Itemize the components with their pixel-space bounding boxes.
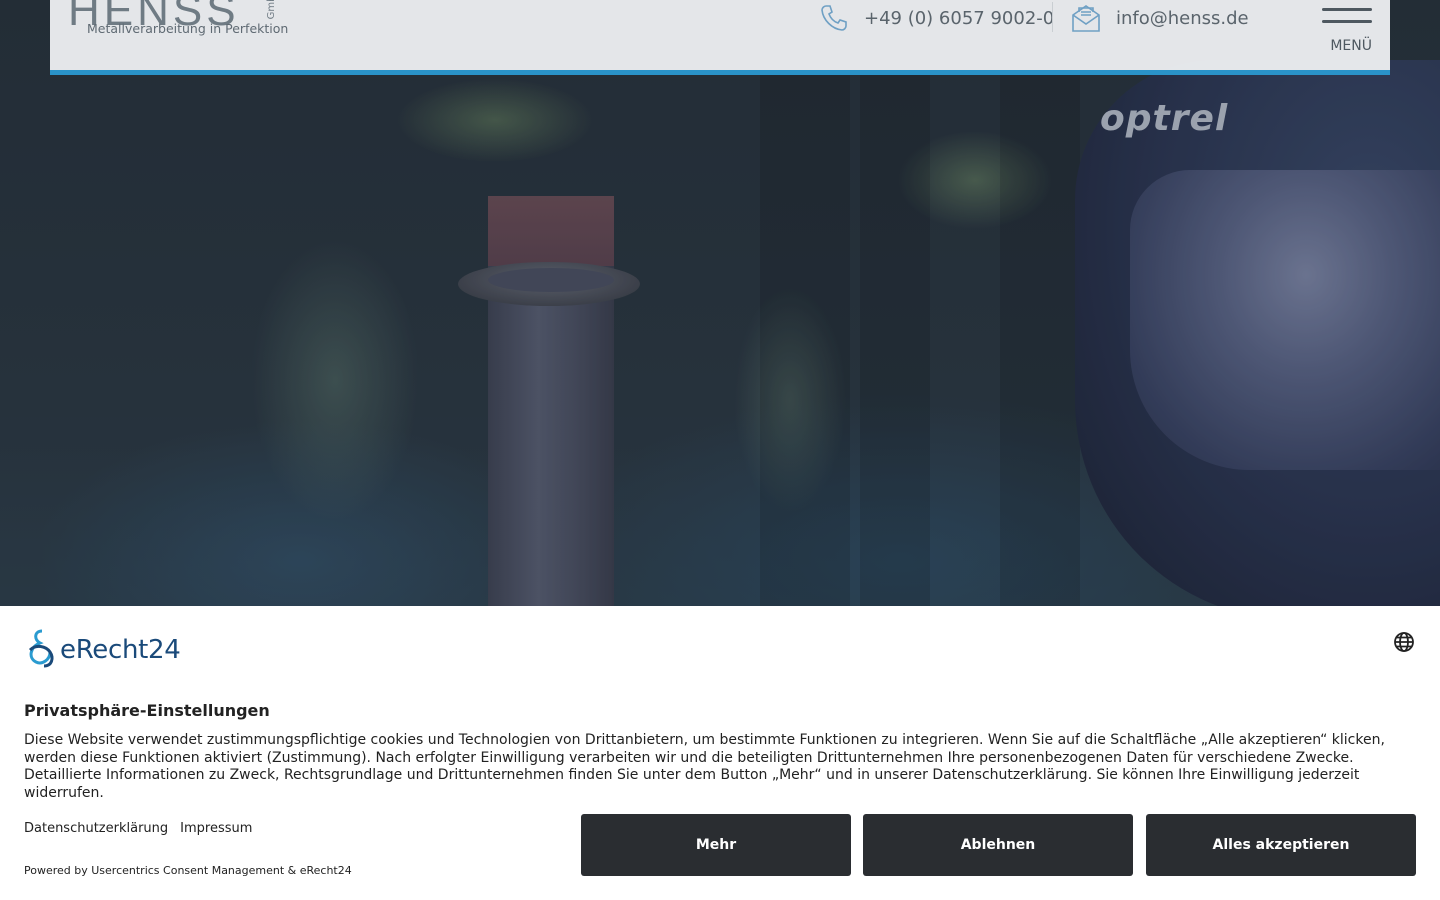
consent-links: Datenschutzerklärung Impressum xyxy=(24,821,252,836)
mail-icon xyxy=(1070,2,1102,34)
menu-label: MENÜ xyxy=(1330,38,1372,54)
contact-divider xyxy=(1052,2,1053,32)
privacy-policy-link[interactable]: Datenschutzerklärung xyxy=(24,821,168,836)
logo-suffix: GmbH xyxy=(266,0,277,20)
phone-number: +49 (0) 6057 9002-0 xyxy=(864,7,1055,29)
consent-title: Privatsphäre-Einstellungen xyxy=(24,701,270,720)
imprint-link[interactable]: Impressum xyxy=(180,821,252,836)
erecht24-wordmark: eRecht24 xyxy=(60,635,181,665)
hamburger-icon xyxy=(1322,8,1372,11)
phone-icon xyxy=(818,2,850,34)
email-contact[interactable]: info@henss.de xyxy=(1070,0,1249,36)
globe-icon xyxy=(1394,632,1414,652)
powered-by-text: Powered by Usercentrics Consent Manageme… xyxy=(24,864,352,877)
site-header: HENSS GmbH Metallverarbeitung in Perfekt… xyxy=(50,0,1390,75)
consent-description: Diese Website verwendet zustimmungspflic… xyxy=(24,732,1385,801)
accept-all-button[interactable]: Alles akzeptieren xyxy=(1146,814,1416,876)
erecht24-logo: eRecht24 xyxy=(24,628,181,672)
menu-button[interactable]: MENÜ xyxy=(1318,4,1372,62)
logo[interactable]: HENSS GmbH Metallverarbeitung in Perfekt… xyxy=(68,0,288,48)
decline-button[interactable]: Ablehnen xyxy=(863,814,1133,876)
language-button[interactable] xyxy=(1392,630,1416,654)
hamburger-icon-line xyxy=(1322,20,1372,23)
email-address: info@henss.de xyxy=(1116,7,1249,29)
more-button[interactable]: Mehr xyxy=(581,814,851,876)
erecht24-mark-icon xyxy=(24,628,58,672)
logo-tagline: Metallverarbeitung in Perfektion xyxy=(87,21,289,36)
phone-contact[interactable]: +49 (0) 6057 9002-0 xyxy=(818,0,1054,36)
consent-banner: eRecht24 Privatsphäre-Einstellungen Dies… xyxy=(0,606,1440,900)
